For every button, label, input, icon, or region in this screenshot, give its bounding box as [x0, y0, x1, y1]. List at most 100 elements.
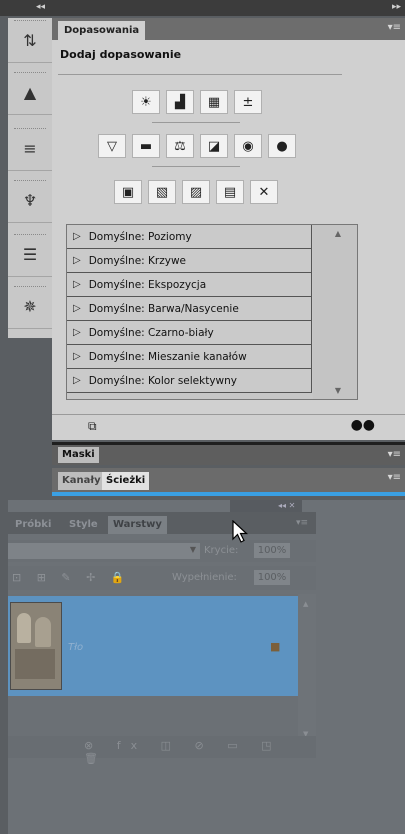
layer-row[interactable]: Tło ■	[8, 596, 298, 696]
invert-icon[interactable]: ▣	[114, 180, 142, 204]
divider	[152, 122, 240, 123]
mouse-cursor-icon	[232, 520, 249, 543]
list-item[interactable]: ▷ Domyślne: Krzywe	[67, 249, 312, 273]
dock-clone-source-button[interactable]: ♆	[8, 178, 52, 223]
tab-swatches[interactable]: Próbki	[10, 516, 56, 534]
panel-menu-icon[interactable]: ▾≡	[388, 449, 401, 460]
dock-layer-comps-button[interactable]: ☰	[8, 232, 52, 277]
channel-mixer-icon[interactable]: ●	[268, 134, 296, 158]
ghost-collapse-bar: ◂◂ ✕	[230, 500, 302, 512]
adjust-row-1: ☀ ▟ ▦ ±	[132, 90, 262, 114]
collapse-left-icon[interactable]: ◂◂	[36, 2, 45, 12]
list-item[interactable]: ▷ Domyślne: Mieszanie kanałów	[67, 345, 312, 369]
tab-channels[interactable]: Kanały	[58, 472, 105, 490]
adjust-row-3: ▣ ▧ ▨ ▤ ✕	[114, 180, 278, 204]
top-collapse-strip: ◂◂ ▸▸	[0, 0, 405, 16]
list-item[interactable]: ▷ Domyślne: Czarno-biały	[67, 321, 312, 345]
tab-layers[interactable]: Warstwy	[108, 516, 167, 534]
preset-label: Domyślne: Barwa/Nasycenie	[88, 302, 239, 315]
preset-label: Domyślne: Mieszanie kanałów	[88, 350, 247, 363]
lock-icons[interactable]: ⊡ ⊞ ✎ ✢ 🔒	[12, 571, 131, 584]
collapse-right-icon[interactable]: ▸▸	[392, 2, 401, 12]
scroll-down-icon[interactable]: ▼	[335, 386, 341, 395]
panel-menu-icon[interactable]: ▾≡	[388, 22, 401, 33]
list-scrollbar[interactable]: ▲ ▼	[313, 225, 357, 399]
photo-filter-icon[interactable]: ◉	[234, 134, 262, 158]
ghost-tabbar: Próbki Style Warstwy	[8, 512, 316, 534]
panel-tabbar: Dopasowania ▾≡	[52, 18, 405, 40]
layers-list: Tło ■ ▲ ▼	[8, 594, 316, 744]
panel-title: Dodaj dopasowanie	[60, 48, 182, 61]
dock-histogram-button[interactable]: ▲	[8, 70, 52, 115]
preset-label: Domyślne: Kolor selektywny	[88, 374, 237, 387]
vibrance-icon[interactable]: ▽	[98, 134, 126, 158]
expand-triangle-icon[interactable]: ▷	[73, 351, 81, 362]
fill-label: Wypełnienie:	[172, 572, 237, 583]
tab-paths[interactable]: Ścieżki	[102, 472, 150, 490]
levels-icon[interactable]: ▟	[166, 90, 194, 114]
clip-to-layer-icon[interactable]: ⧉	[88, 419, 97, 434]
dock-brush-presets-button[interactable]: ≡	[8, 126, 52, 171]
histogram-icon: ▲	[23, 82, 37, 102]
grip-icon	[14, 286, 46, 290]
list-item[interactable]: ▷ Domyślne: Ekspozycja	[67, 273, 312, 297]
tab-styles[interactable]: Style	[64, 516, 103, 534]
expand-triangle-icon[interactable]: ▷	[73, 375, 81, 386]
hue-saturation-icon[interactable]: ▬	[132, 134, 160, 158]
adjust-row-2: ▽ ▬ ⚖ ◪ ◉ ●	[98, 134, 296, 158]
fill-field[interactable]: 100%	[254, 570, 290, 585]
expand-triangle-icon[interactable]: ▷	[73, 231, 81, 242]
layers-scrollbar[interactable]: ▲ ▼	[298, 594, 316, 744]
brightness-contrast-icon[interactable]: ☀	[132, 90, 160, 114]
expand-triangle-icon[interactable]: ▷	[73, 327, 81, 338]
figure-shape	[35, 617, 51, 647]
color-balance-icon[interactable]: ⚖	[166, 134, 194, 158]
expand-triangle-icon[interactable]: ▷	[73, 303, 81, 314]
blend-mode-select[interactable]: ▼	[8, 543, 200, 559]
preset-label: Domyślne: Poziomy	[88, 230, 192, 243]
gradient-map-icon[interactable]: ▤	[216, 180, 244, 204]
expand-triangle-icon[interactable]: ▷	[73, 279, 81, 290]
list-item[interactable]: ▷ Domyślne: Kolor selektywny	[67, 369, 312, 393]
dock-history-button[interactable]: ⇅	[8, 18, 52, 63]
grip-icon	[14, 180, 46, 184]
list-item[interactable]: ▷ Domyślne: Barwa/Nasycenie	[67, 297, 312, 321]
exposure-icon[interactable]: ±	[234, 90, 262, 114]
channels-panel-header: Kanały Ścieżki ▾≡	[52, 468, 405, 492]
posterize-icon[interactable]: ▧	[148, 180, 176, 204]
drop-zone-indicator	[52, 492, 405, 496]
curves-icon[interactable]: ▦	[200, 90, 228, 114]
preset-label: Domyślne: Krzywe	[88, 254, 187, 267]
opacity-label: Krycie:	[204, 545, 239, 556]
layer-name: Tło	[68, 642, 84, 653]
tab-adjustments[interactable]: Dopasowania	[58, 21, 146, 40]
navigator-icon: ✵	[23, 296, 37, 316]
preset-label: Domyślne: Czarno-biały	[88, 326, 214, 339]
tab-masks[interactable]: Maski	[58, 447, 99, 463]
history-icon: ⇅	[23, 30, 37, 50]
opacity-field[interactable]: 100%	[254, 543, 290, 558]
list-item[interactable]: ▷ Domyślne: Poziomy	[67, 225, 312, 249]
threshold-icon[interactable]: ▨	[182, 180, 210, 204]
scroll-up-icon[interactable]: ▲	[303, 600, 308, 608]
layers-footer: ⊗ fx ◫ ⊘ ▭ ◳ 🗑	[8, 736, 316, 765]
adjustments-panel: Dopasowania ▾≡ Dodaj dopasowanie ☀ ▟ ▦ ±…	[52, 18, 405, 440]
black-white-icon[interactable]: ◪	[200, 134, 228, 158]
visibility-toggle-icon[interactable]: ●●	[351, 417, 375, 433]
figure-shape	[17, 613, 31, 643]
brush-presets-icon: ≡	[23, 138, 37, 158]
chevron-down-icon: ▼	[189, 545, 196, 554]
preset-label: Domyślne: Ekspozycja	[88, 278, 207, 291]
dock-navigator-button[interactable]: ✵	[8, 284, 52, 329]
clone-source-icon: ♆	[22, 190, 38, 210]
ground-shape	[15, 649, 55, 679]
scroll-up-icon[interactable]: ▲	[335, 229, 341, 238]
grip-icon	[14, 234, 46, 238]
layer-footer-icons[interactable]: ⊗ fx ◫ ⊘ ▭ ◳ 🗑	[84, 739, 316, 765]
expand-triangle-icon[interactable]: ▷	[73, 255, 81, 266]
divider	[152, 166, 240, 167]
panel-menu-icon[interactable]: ▾≡	[388, 472, 401, 483]
selective-color-icon[interactable]: ✕	[250, 180, 278, 204]
lock-icon: ■	[270, 640, 281, 653]
panel-menu-icon[interactable]: ▾≡	[296, 518, 308, 528]
